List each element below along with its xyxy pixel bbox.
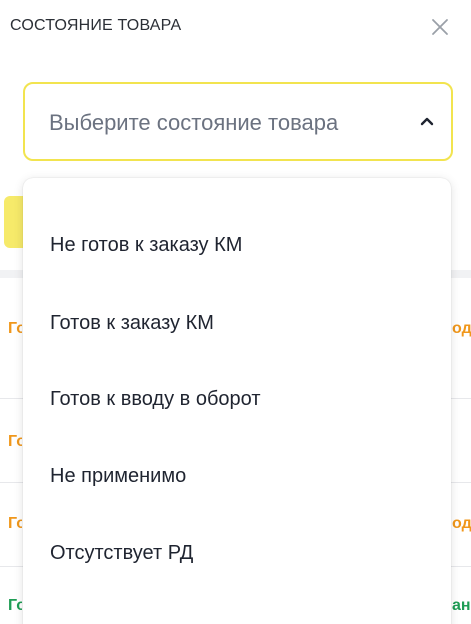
row-status-left: Го	[8, 515, 22, 532]
state-select[interactable]: Выберите состояние товара	[23, 82, 453, 161]
chevron-up-icon	[420, 117, 434, 126]
dropdown-option[interactable]: Отсутствует РД	[23, 523, 451, 583]
row-status-right: од	[452, 320, 471, 337]
panel-header: СОСТОЯНИЕ ТОВАРА	[0, 0, 471, 56]
close-icon	[432, 19, 448, 35]
dropdown-option[interactable]: Не применимо	[23, 446, 451, 506]
close-button[interactable]	[423, 10, 457, 44]
state-select-placeholder: Выберите состояние товара	[49, 110, 339, 135]
row-status-right: ан	[452, 597, 471, 614]
row-status-right: од	[452, 515, 471, 532]
dropdown-option[interactable]: Готов к вводу в оборот	[23, 369, 451, 429]
panel-title: СОСТОЯНИЕ ТОВАРА	[10, 17, 182, 34]
row-status-left: Го	[8, 433, 22, 450]
dropdown-option[interactable]: Готов к заказу КМ	[23, 293, 451, 353]
state-dropdown-menu: Не готов к заказу КМ Готов к заказу КМ Г…	[23, 178, 451, 624]
row-status-left: Го	[8, 320, 22, 337]
row-status-left: Го	[8, 597, 22, 614]
dropdown-option[interactable]: Не готов к заказу КМ	[23, 215, 451, 275]
